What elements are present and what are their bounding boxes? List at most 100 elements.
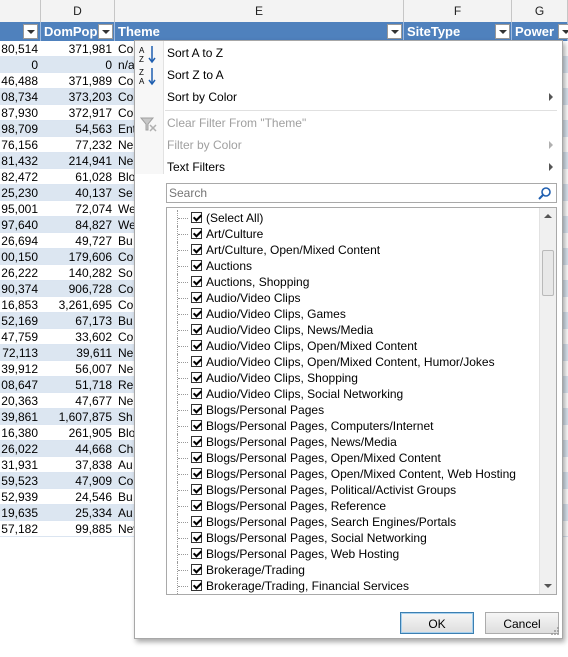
filter-list-item[interactable]: Blogs/Personal Pages, Web Hosting [167,546,539,562]
cell-domvisits[interactable]: 31,931 [0,457,41,473]
cell-dompop[interactable]: 49,727 [41,233,115,249]
checkbox-checked-icon[interactable] [191,484,202,495]
cell-dompop[interactable]: 33,602 [41,329,115,345]
cell-dompop[interactable]: 67,173 [41,313,115,329]
filter-list-item[interactable]: (Select All) [167,210,539,226]
cell-dompop[interactable]: 373,203 [41,89,115,105]
filter-dropdown-domvisits[interactable] [23,24,38,39]
checkbox-checked-icon[interactable] [191,436,202,447]
filter-list-item[interactable]: Blogs/Personal Pages, Political/Activist… [167,482,539,498]
checkbox-checked-icon[interactable] [191,244,202,255]
cell-domvisits[interactable]: 0 [0,57,41,73]
cell-domvisits[interactable]: 76,156 [0,137,41,153]
cell-dompop[interactable]: 179,606 [41,249,115,265]
filter-search-input[interactable] [169,185,529,201]
cell-domvisits[interactable]: 39,912 [0,361,41,377]
filter-list-item[interactable]: Audio/Video Clips, News/Media [167,322,539,338]
cell-domvisits[interactable]: 16,853 [0,297,41,313]
cell-domvisits[interactable]: 59,523 [0,473,41,489]
column-letter-c[interactable] [0,0,41,22]
ok-button[interactable]: OK [400,612,474,634]
checkbox-checked-icon[interactable] [191,516,202,527]
menu-sort-by-color[interactable]: Sort by Color [167,86,557,108]
cell-dompop[interactable]: 37,838 [41,457,115,473]
checkbox-checked-icon[interactable] [191,308,202,319]
filter-list-item[interactable]: Audio/Video Clips, Social Networking [167,386,539,402]
filter-list-item[interactable]: Audio/Video Clips, Shopping [167,370,539,386]
cell-dompop[interactable]: 84,827 [41,217,115,233]
filter-dropdown-dompop[interactable] [98,24,113,39]
cell-domvisits[interactable]: 16,380 [0,425,41,441]
cell-dompop[interactable]: 39,611 [41,345,115,361]
cell-domvisits[interactable]: 00,150 [0,249,41,265]
checkbox-checked-icon[interactable] [191,532,202,543]
list-scrollbar[interactable] [539,208,556,594]
checkbox-checked-icon[interactable] [191,276,202,287]
filter-list-item[interactable]: Audio/Video Clips, Open/Mixed Content [167,338,539,354]
filter-dropdown-power[interactable] [558,24,568,39]
cell-domvisits[interactable]: 90,374 [0,281,41,297]
cell-dompop[interactable]: 44,668 [41,441,115,457]
cell-dompop[interactable]: 261,905 [41,425,115,441]
filter-list-item[interactable]: Blogs/Personal Pages [167,402,539,418]
column-letter-g[interactable]: G [512,0,568,22]
checkbox-checked-icon[interactable] [191,500,202,511]
menu-sort-a-to-z[interactable]: Sort A to Z [167,42,557,64]
menu-sort-z-to-a[interactable]: Sort Z to A [167,64,557,86]
cell-domvisits[interactable]: 26,694 [0,233,41,249]
column-letter-e[interactable]: E [115,0,404,22]
resize-grip-icon[interactable] [550,626,560,636]
cell-dompop[interactable]: 371,981 [41,41,115,57]
checkbox-checked-icon[interactable] [191,324,202,335]
cell-dompop[interactable]: 99,885 [41,521,115,537]
cell-dompop[interactable]: 372,917 [41,105,115,121]
column-letter-f[interactable]: F [404,0,512,22]
filter-list-item[interactable]: Audio/Video Clips, Open/Mixed Content, H… [167,354,539,370]
filter-list-item[interactable]: Blogs/Personal Pages, Reference [167,498,539,514]
cell-dompop[interactable]: 214,941 [41,153,115,169]
cell-domvisits[interactable]: 26,222 [0,265,41,281]
filter-list-item[interactable]: Blogs/Personal Pages, Open/Mixed Content… [167,466,539,482]
checkbox-checked-icon[interactable] [191,356,202,367]
cell-domvisits[interactable]: 19,635 [0,505,41,521]
cell-domvisits[interactable]: 47,759 [0,329,41,345]
filter-list-item[interactable]: Blogs/Personal Pages, News/Media [167,434,539,450]
search-icon[interactable] [538,186,552,200]
checkbox-checked-icon[interactable] [191,564,202,575]
checkbox-checked-icon[interactable] [191,228,202,239]
filter-dropdown-sitetype[interactable] [495,24,510,39]
cell-domvisits[interactable]: 08,734 [0,89,41,105]
cell-domvisits[interactable]: 20,363 [0,393,41,409]
scrollbar-thumb[interactable] [542,250,554,296]
filter-list-item[interactable]: Auctions [167,258,539,274]
cell-domvisits[interactable]: 52,939 [0,489,41,505]
menu-filter-by-color[interactable]: Filter by Color [167,134,557,156]
filter-list-item[interactable]: Auctions, Shopping [167,274,539,290]
cell-dompop[interactable]: 371,989 [41,73,115,89]
cancel-button[interactable]: Cancel [485,612,559,634]
filter-list-item[interactable]: Blogs/Personal Pages, Social Networking [167,530,539,546]
filter-list-item[interactable]: Art/Culture [167,226,539,242]
filter-list-item[interactable]: Art/Culture, Open/Mixed Content [167,242,539,258]
cell-dompop[interactable]: 54,563 [41,121,115,137]
column-letter-d[interactable]: D [41,0,115,22]
filter-list-item[interactable]: Blogs/Personal Pages, Search Engines/Por… [167,514,539,530]
cell-domvisits[interactable]: 46,488 [0,73,41,89]
cell-domvisits[interactable]: 81,432 [0,153,41,169]
filter-list-item[interactable]: Audio/Video Clips [167,290,539,306]
cell-dompop[interactable]: 61,028 [41,169,115,185]
checkbox-checked-icon[interactable] [191,452,202,463]
checkbox-checked-icon[interactable] [191,388,202,399]
cell-dompop[interactable]: 140,282 [41,265,115,281]
cell-domvisits[interactable]: 08,647 [0,377,41,393]
cell-domvisits[interactable]: 95,001 [0,201,41,217]
cell-domvisits[interactable]: 82,472 [0,169,41,185]
checkbox-checked-icon[interactable] [191,468,202,479]
scroll-down-arrow-icon[interactable] [540,578,556,594]
cell-dompop[interactable]: 77,232 [41,137,115,153]
checkbox-checked-icon[interactable] [191,260,202,271]
filter-list-item[interactable]: Audio/Video Clips, Games [167,306,539,322]
filter-list-item[interactable]: Brokerage/Trading [167,562,539,578]
cell-domvisits[interactable]: 97,640 [0,217,41,233]
cell-dompop[interactable]: 56,007 [41,361,115,377]
